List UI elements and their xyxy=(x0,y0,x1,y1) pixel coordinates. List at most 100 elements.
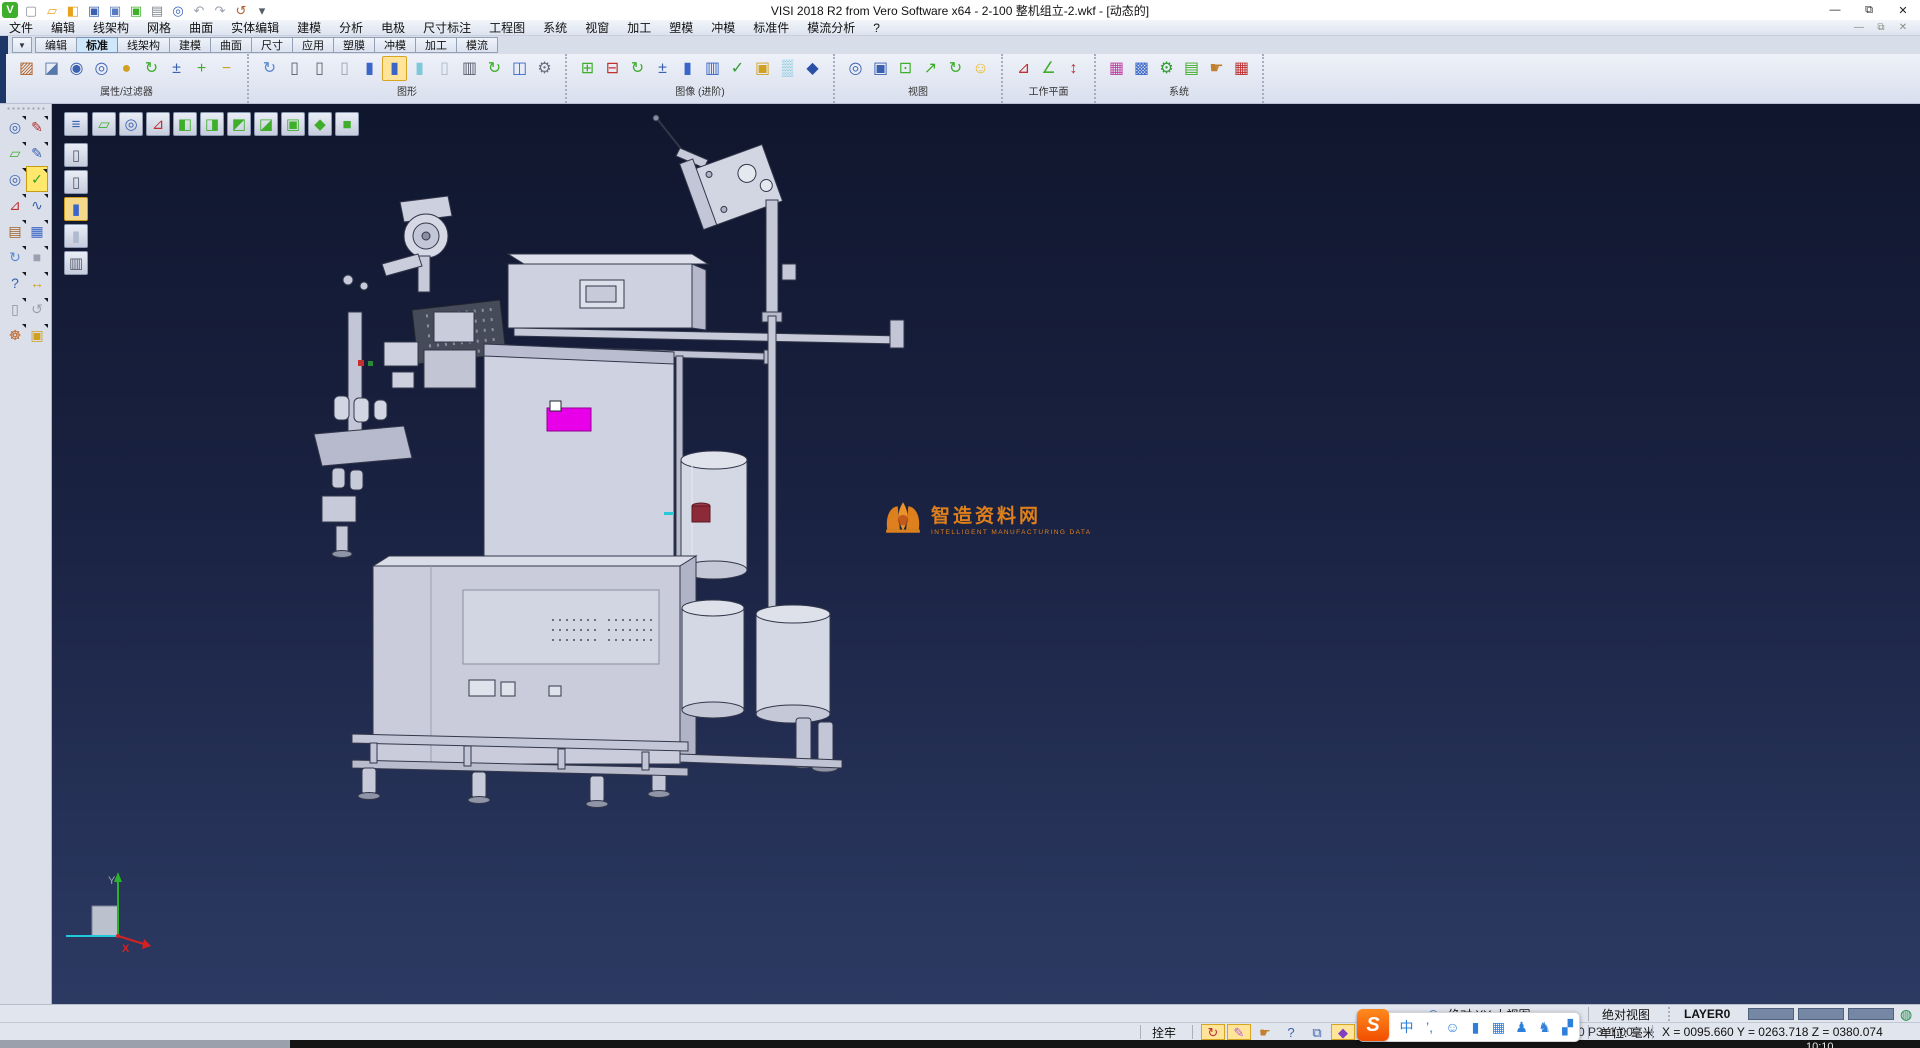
visibility-plus-minus-icon[interactable]: ± xyxy=(164,56,189,81)
mesh-view-icon[interactable]: ▥ xyxy=(457,56,482,81)
viewport-menu-icon[interactable]: ≡ xyxy=(64,112,88,136)
trash-icon[interactable]: ▯ xyxy=(4,296,26,322)
navigation-helm-icon[interactable]: ☸ xyxy=(4,322,26,348)
toolbar-tab[interactable]: 塑膜 xyxy=(334,37,375,53)
attribute-stack-icon[interactable]: ▤ xyxy=(4,218,26,244)
rotate-view-icon[interactable]: ↻ xyxy=(943,56,968,81)
menu-item[interactable]: 加工 xyxy=(618,20,660,36)
wireframe-view-icon[interactable]: ▯ xyxy=(282,56,307,81)
ime-mic-icon[interactable]: ▮ xyxy=(1464,1014,1487,1040)
ime-tools-icon[interactable]: ▞ xyxy=(1556,1014,1579,1040)
ghost-display-icon[interactable]: ▮ xyxy=(64,224,88,248)
menu-item[interactable]: 网格 xyxy=(138,20,180,36)
shaded-view-icon[interactable]: ▮ xyxy=(357,56,382,81)
shaded-display-icon[interactable]: ▮ xyxy=(64,197,88,221)
redraw-icon[interactable]: ↻ xyxy=(257,56,282,81)
ime-keyboard-icon[interactable]: ▦ xyxy=(1487,1014,1510,1040)
solids-filter-icon[interactable]: ⊟ xyxy=(600,56,625,81)
toolbar-tab[interactable]: 线架构 xyxy=(118,37,170,53)
sketch-edit-icon[interactable]: ✎ xyxy=(26,140,48,166)
doc-restore-button[interactable]: ⧉ xyxy=(1870,21,1892,35)
system-settings-icon[interactable]: ⚙ xyxy=(1154,56,1179,81)
open-file-icon[interactable]: ▱ xyxy=(42,1,62,19)
lock-toggle[interactable]: 拴牢 xyxy=(1152,1023,1176,1041)
sketch-erase-icon[interactable]: ✎ xyxy=(26,114,48,140)
menu-item[interactable]: 视窗 xyxy=(576,20,618,36)
ime-logo-icon[interactable]: S xyxy=(1357,1009,1389,1041)
refresh-visibility-icon[interactable]: ↻ xyxy=(139,56,164,81)
copy-view-icon[interactable]: ◫ xyxy=(507,56,532,81)
toolbar-tab[interactable]: 尺寸 xyxy=(252,37,293,53)
solid-cylinder-icon[interactable]: ▮ xyxy=(675,56,700,81)
menu-item[interactable]: ? xyxy=(864,20,889,36)
toolbar-tab[interactable]: 模流 xyxy=(457,37,498,53)
zoom-extents-icon[interactable]: ◎ xyxy=(843,56,868,81)
print-icon[interactable]: ▤ xyxy=(147,1,167,19)
measure-icon[interactable]: ↔ xyxy=(26,270,48,296)
triad-icon[interactable]: ⊿ xyxy=(146,112,170,136)
menu-item[interactable]: 实体编辑 xyxy=(222,20,288,36)
menu-item[interactable]: 系统 xyxy=(534,20,576,36)
doc-minimize-button[interactable]: — xyxy=(1848,21,1870,35)
window-grid-icon[interactable]: ▦ xyxy=(26,218,48,244)
visibility-add-icon[interactable]: + xyxy=(189,56,214,81)
toolbar-tab[interactable]: 建模 xyxy=(170,37,211,53)
restore-button[interactable]: ⧉ xyxy=(1852,0,1886,20)
workplane-iso-icon[interactable]: ⊿ xyxy=(1011,56,1036,81)
refresh-solids-icon[interactable]: ↻ xyxy=(625,56,650,81)
ime-style-icon[interactable]: ♞ xyxy=(1533,1014,1556,1040)
mesh-display-icon[interactable]: ▥ xyxy=(64,251,88,275)
selection-filter-icon[interactable]: ● xyxy=(114,56,139,81)
ime-person-icon[interactable]: ♟ xyxy=(1510,1014,1533,1040)
ime-emoji-icon[interactable]: ☺ xyxy=(1441,1014,1464,1040)
export-icon[interactable]: ▣ xyxy=(126,1,146,19)
color-table-icon[interactable]: ▩ xyxy=(1129,56,1154,81)
save-icon[interactable]: ▣ xyxy=(84,1,104,19)
help-icon[interactable]: ? xyxy=(4,270,26,296)
open-image-icon[interactable]: ▣ xyxy=(26,322,48,348)
plane-limits-icon[interactable]: ▱ xyxy=(4,140,26,166)
regen-solids-icon[interactable]: ↻ xyxy=(482,56,507,81)
cad-model[interactable]: Y X xyxy=(52,104,1920,1004)
menu-item[interactable]: 标准件 xyxy=(744,20,798,36)
translucent-view-icon[interactable]: ▮ xyxy=(407,56,432,81)
context-help-icon[interactable]: ? xyxy=(1279,1024,1303,1040)
menu-item[interactable]: 文件 xyxy=(0,20,42,36)
view-left-icon[interactable]: ▣ xyxy=(281,112,305,136)
toolbar-tab[interactable]: 冲模 xyxy=(375,37,416,53)
sidebar-drag-handle[interactable] xyxy=(6,106,45,112)
validate-solid-icon[interactable]: ✓ xyxy=(725,56,750,81)
zoom-window-icon[interactable]: ▣ xyxy=(868,56,893,81)
explode-view-icon[interactable]: ⧉ xyxy=(1305,1024,1329,1040)
visibility-remove-icon[interactable]: − xyxy=(214,56,239,81)
toolbar-tab[interactable]: 应用 xyxy=(293,37,334,53)
menu-item[interactable]: 模流分析 xyxy=(798,20,864,36)
globe-icon[interactable]: ◍ xyxy=(1900,1005,1912,1023)
doc-close-button[interactable]: ✕ xyxy=(1892,21,1914,35)
menu-item[interactable]: 曲面 xyxy=(180,20,222,36)
toolbar-tab[interactable]: 曲面 xyxy=(211,37,252,53)
solid-cube-icon[interactable]: ◆ xyxy=(800,56,825,81)
fit-window-icon[interactable]: ▱ xyxy=(92,112,116,136)
menu-item[interactable]: 冲模 xyxy=(702,20,744,36)
ucs-box-icon[interactable]: ◆ xyxy=(1331,1024,1355,1040)
zoom-dynamic-icon[interactable]: ◎ xyxy=(4,166,26,192)
outline-display-icon[interactable]: ▯ xyxy=(64,170,88,194)
workplane-move-icon[interactable]: ↕ xyxy=(1061,56,1086,81)
active-layer-label[interactable]: LAYER0 xyxy=(1684,1005,1730,1023)
view-iso-icon[interactable]: ■ xyxy=(335,112,359,136)
save-as-icon[interactable]: ▣ xyxy=(105,1,125,19)
menu-item[interactable]: 建模 xyxy=(288,20,330,36)
toolbar-tab[interactable]: 编辑 xyxy=(35,37,77,53)
menu-item[interactable]: 分析 xyxy=(330,20,372,36)
menu-item[interactable]: 编辑 xyxy=(42,20,84,36)
history-icon[interactable]: ↺ xyxy=(231,1,251,19)
menu-item[interactable]: 塑模 xyxy=(660,20,702,36)
view-front-icon[interactable]: ◩ xyxy=(227,112,251,136)
parameters-table-icon[interactable]: ▤ xyxy=(1179,56,1204,81)
position-solids-icon[interactable]: ⊞ xyxy=(575,56,600,81)
menu-item[interactable]: 尺寸标注 xyxy=(414,20,480,36)
hide-entities-icon[interactable]: ◎ xyxy=(89,56,114,81)
ime-lang-icon[interactable]: 中 xyxy=(1395,1014,1418,1040)
ucs-axes-icon[interactable]: ⊿ xyxy=(4,192,26,218)
